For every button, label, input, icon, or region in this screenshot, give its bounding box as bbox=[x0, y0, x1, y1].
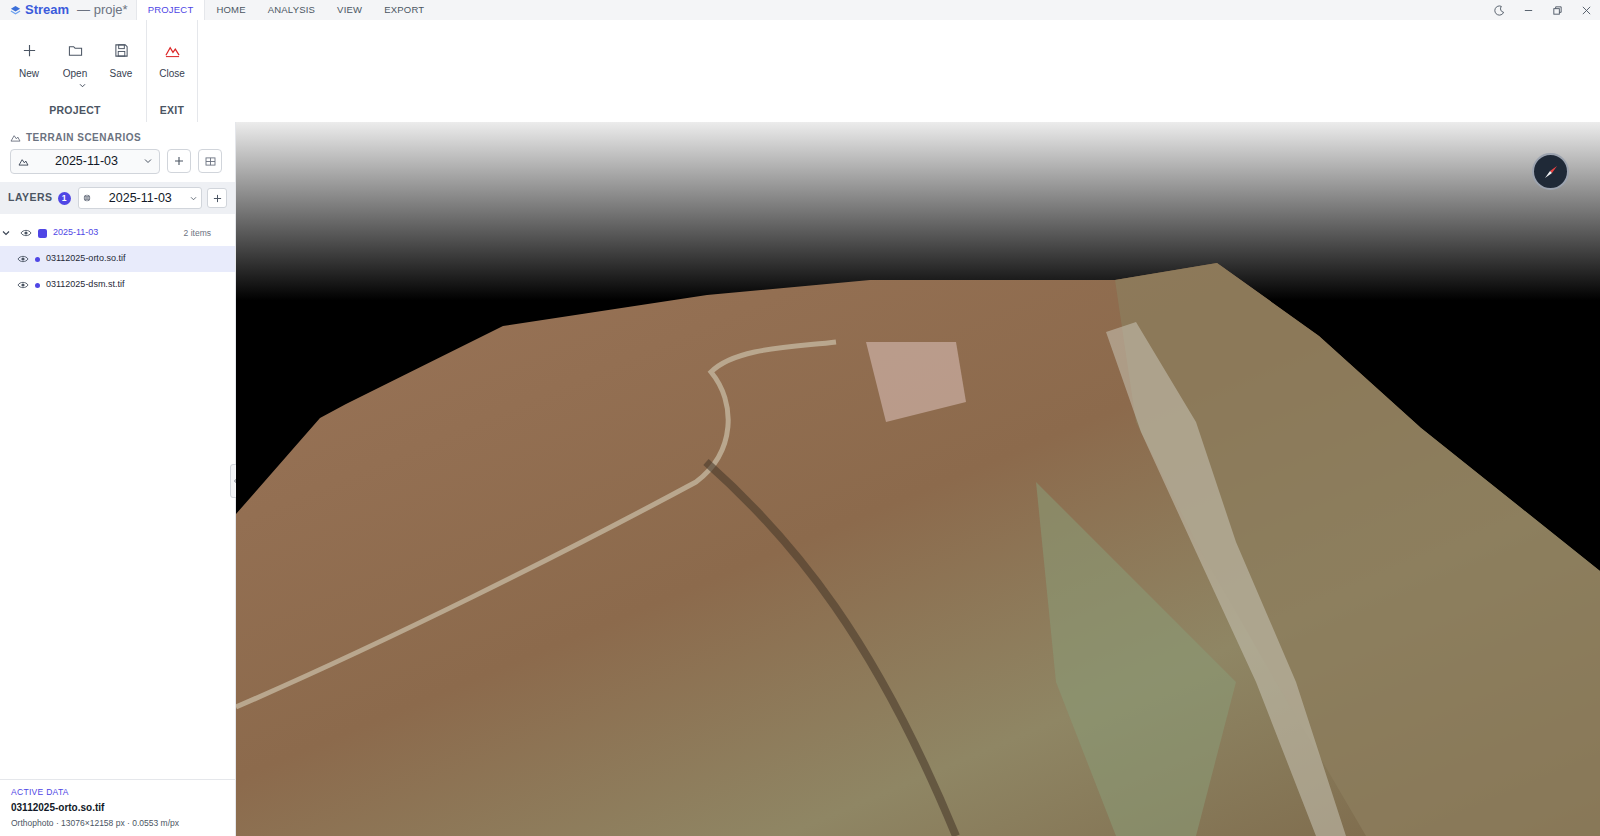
terrain-scenarios-header: TERRAIN SCENARIOS bbox=[26, 130, 141, 145]
ribbon-group: New Open Save PROJECT bbox=[4, 20, 147, 122]
scenario-value: 2025-11-03 bbox=[29, 152, 144, 171]
layer-dot bbox=[35, 283, 40, 288]
eye-icon bbox=[17, 253, 29, 265]
logo-icon bbox=[10, 5, 21, 16]
active-data-name: 03112025-orto.so.tif bbox=[11, 800, 224, 815]
tab-label: EXPORT bbox=[384, 3, 424, 17]
app-title: Stream — proje* bbox=[0, 0, 136, 20]
button-label: Close bbox=[159, 66, 185, 81]
plus-icon bbox=[174, 156, 184, 166]
layer-row[interactable]: 03112025-dsm.st.tif bbox=[0, 272, 235, 298]
chevron-down-icon bbox=[190, 196, 197, 201]
group-label: 2025-11-03 bbox=[53, 226, 178, 240]
layers-header: LAYERS bbox=[8, 190, 53, 206]
plus-icon bbox=[22, 43, 37, 58]
tab-label: PROJECT bbox=[148, 3, 194, 17]
tab-label: ANALYSIS bbox=[268, 3, 315, 17]
folder-icon bbox=[68, 43, 83, 58]
layer-group-row[interactable]: 2025-11-03 2 items bbox=[0, 220, 235, 246]
save-icon bbox=[114, 43, 129, 58]
button-label: New bbox=[19, 66, 39, 81]
active-data-label: ACTIVE DATA bbox=[11, 786, 224, 799]
project-title: — proje* bbox=[77, 0, 128, 20]
scenario-select[interactable]: 2025-11-03 bbox=[10, 149, 160, 174]
open-button[interactable]: Open bbox=[52, 40, 98, 81]
terrain-viewport[interactable] bbox=[236, 122, 1600, 836]
compare-scenarios-button[interactable] bbox=[198, 149, 222, 173]
app-name: Stream bbox=[25, 0, 69, 20]
add-layer-button[interactable] bbox=[207, 188, 227, 208]
compass-needle-icon bbox=[1538, 159, 1564, 185]
ribbon-tab[interactable]: PROJECT bbox=[136, 0, 206, 20]
terrain-close-icon bbox=[165, 43, 180, 58]
layer-name: 03112025-orto.so.tif bbox=[46, 252, 125, 266]
grid-icon bbox=[205, 157, 216, 166]
button-label: Open bbox=[63, 66, 87, 81]
eye-icon bbox=[20, 227, 32, 239]
terrain-icon bbox=[10, 133, 21, 142]
layer-set-value: 2025-11-03 bbox=[91, 189, 190, 208]
minimize-icon[interactable] bbox=[1523, 5, 1534, 16]
layers-count-badge: 1 bbox=[58, 192, 71, 205]
chevron-down-icon bbox=[2, 229, 10, 237]
dark-mode-icon[interactable] bbox=[1494, 5, 1505, 16]
restore-icon[interactable] bbox=[1552, 5, 1563, 16]
terrain-icon bbox=[18, 157, 29, 166]
group-label: EXIT bbox=[154, 100, 191, 119]
layer-row[interactable]: 03112025-orto.so.tif bbox=[0, 246, 235, 272]
globe-icon bbox=[83, 194, 91, 202]
new-button[interactable]: New bbox=[6, 40, 52, 81]
tab-label: VIEW bbox=[337, 3, 362, 17]
close-button[interactable]: Close bbox=[149, 40, 195, 81]
tab-label: HOME bbox=[216, 3, 245, 17]
group-label: PROJECT bbox=[43, 100, 107, 119]
ribbon-group: Close EXIT bbox=[147, 20, 198, 122]
ribbon-tab[interactable]: HOME bbox=[205, 0, 256, 20]
add-scenario-button[interactable] bbox=[167, 149, 191, 173]
terrain-render bbox=[236, 122, 1600, 836]
button-label: Save bbox=[110, 66, 133, 81]
compass[interactable] bbox=[1532, 153, 1569, 190]
plus-icon bbox=[213, 194, 222, 203]
group-count: 2 items bbox=[184, 227, 211, 240]
layer-dot bbox=[35, 257, 40, 262]
chevron-down-icon bbox=[79, 83, 86, 88]
chevron-down-icon bbox=[144, 158, 152, 164]
layer-set-select[interactable]: 2025-11-03 bbox=[78, 187, 202, 209]
close-window-icon[interactable] bbox=[1581, 5, 1592, 16]
ribbon-tab[interactable]: EXPORT bbox=[373, 0, 435, 20]
layer-name: 03112025-dsm.st.tif bbox=[46, 278, 124, 292]
save-button[interactable]: Save bbox=[98, 40, 144, 81]
ribbon-tab[interactable]: ANALYSIS bbox=[257, 0, 326, 20]
active-data-details: Orthophoto · 13076×12158 px · 0.0553 m/p… bbox=[11, 817, 224, 830]
group-color-swatch bbox=[38, 229, 47, 238]
ribbon-tab[interactable]: VIEW bbox=[326, 0, 373, 20]
eye-icon bbox=[17, 279, 29, 291]
